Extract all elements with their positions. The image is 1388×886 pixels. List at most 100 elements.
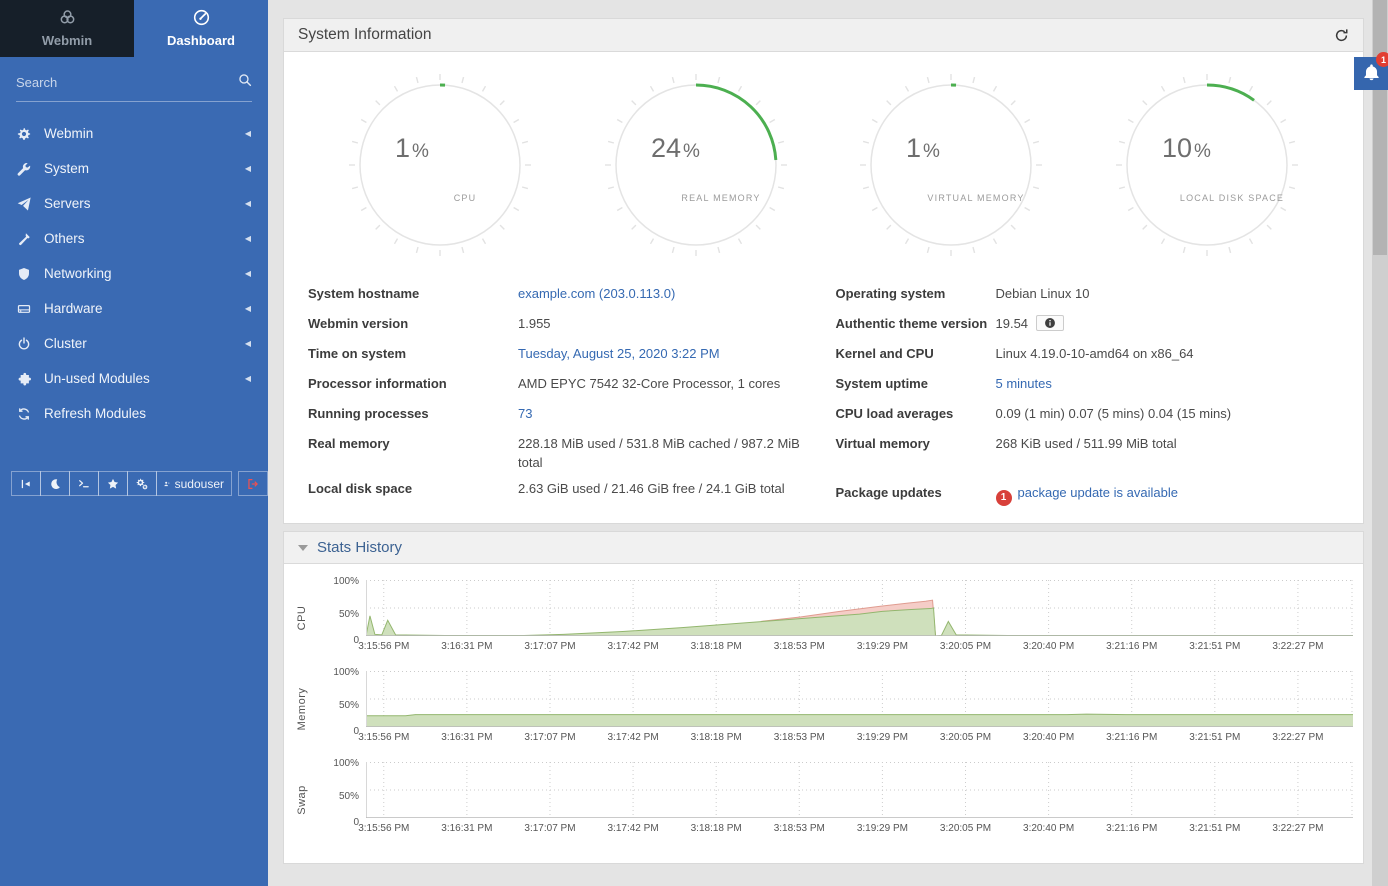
scrollbar-thumb[interactable] [1373,0,1387,255]
updates-count-badge: 1 [996,490,1012,506]
user-account-button[interactable]: sudouser [156,471,232,496]
sidebar-item-networking[interactable]: Networking◀ [0,256,268,291]
refresh-cw-icon [17,407,31,421]
search-row [16,73,252,102]
caret-left-icon: ◀ [245,129,251,138]
tab-webmin[interactable]: Webmin [0,0,134,57]
info-row: Processor informationAMD EPYC 7542 32-Co… [308,368,816,398]
x-tick-label: 3:22:27 PM [1272,823,1323,834]
system-info-table: System hostnameexample.com (203.0.113.0)… [284,262,1363,523]
gauge: 1%VIRTUAL MEMORY [824,70,1080,260]
x-axis: 3:15:56 PM3:16:31 PM3:17:07 PM3:17:42 PM… [366,727,1353,746]
chart-ylabel: Swap [296,785,308,815]
info-value: 19.54 [996,315,1029,334]
x-tick-label: 3:15:56 PM [358,732,409,743]
x-tick-label: 3:19:29 PM [857,732,908,743]
x-tick-label: 3:18:53 PM [774,823,825,834]
caret-left-icon: ◀ [245,374,251,383]
collapse-caret-icon[interactable] [298,545,308,551]
gears-icon [136,478,148,490]
logout-button[interactable] [238,471,268,496]
search-input[interactable] [16,75,238,90]
refresh-button[interactable] [1334,28,1349,43]
info-value: 1.955 [518,315,551,334]
refresh-icon [1334,28,1349,43]
info-value[interactable]: 73 [518,405,532,424]
favorites-button[interactable] [98,471,128,496]
collapse-sidebar-button[interactable] [11,471,41,496]
stats-charts: CPU100%50%03:15:56 PM3:16:31 PM3:17:07 P… [284,580,1363,837]
scrollbar[interactable] [1372,0,1388,886]
sidebar: Webmin Dashboard Webmin ◀ System◀Servers◀O… [0,0,268,886]
notifications-bell-button[interactable]: 1 [1354,57,1388,90]
gauge-real-memory: 24%REAL MEMORY [601,70,791,260]
terminal-button[interactable] [69,471,99,496]
info-row: Virtual memory268 KiB used / 511.99 MiB … [836,428,1344,458]
x-tick-label: 3:18:18 PM [691,641,742,652]
gauge: 10%LOCAL DISK SPACE [1079,70,1335,260]
x-tick-label: 3:21:51 PM [1189,823,1240,834]
search-icon [238,73,252,87]
info-row: Authentic theme version19.54 [836,308,1344,338]
info-value: 228.18 MiB used / 531.8 MiB cached / 987… [518,435,816,473]
night-mode-button[interactable] [40,471,70,496]
sidebar-item-label: Hardware [44,301,103,316]
x-tick-label: 3:18:53 PM [774,732,825,743]
chart-cpu: CPU100%50%03:15:56 PM3:16:31 PM3:17:07 P… [290,580,1353,655]
sidebar-item-label: Webmin [44,126,93,141]
info-value[interactable]: example.com (203.0.113.0) [518,285,675,304]
theme-settings-button[interactable] [127,471,157,496]
info-label: Time on system [308,345,518,364]
info-value: 2.63 GiB used / 21.46 GiB free / 24.1 Gi… [518,480,785,499]
theme-info-button[interactable] [1036,315,1064,331]
hard-drive-icon [17,302,31,316]
sidebar-item-cluster[interactable]: Cluster◀ [0,326,268,361]
stats-history-header: Stats History [284,532,1363,564]
info-label: System hostname [308,285,518,304]
x-tick-label: 3:20:05 PM [940,823,991,834]
info-row: Operating systemDebian Linux 10 [836,278,1344,308]
chart-ylabel: Memory [296,687,308,730]
sidebar-item-system[interactable]: System◀ [0,151,268,186]
sidebar-item-hardware[interactable]: Hardware ◀ [0,291,268,326]
sidebar-item-refresh-modules[interactable]: Refresh Modules [0,396,268,431]
info-row: Real memory228.18 MiB used / 531.8 MiB c… [308,428,816,473]
info-label: Running processes [308,405,518,424]
x-tick-label: 3:15:56 PM [358,641,409,652]
chart-swap: Swap100%50%03:15:56 PM3:16:31 PM3:17:07 … [290,762,1353,837]
caret-left-icon: ◀ [245,304,251,313]
x-tick-label: 3:22:27 PM [1272,641,1323,652]
info-label: System uptime [836,375,996,394]
info-label: Kernel and CPU [836,345,996,364]
moon-icon [49,478,61,490]
gauge-label: REAL MEMORY [681,193,760,203]
x-tick-label: 3:15:56 PM [358,823,409,834]
sidebar-item-webmin[interactable]: Webmin ◀ [0,116,268,151]
sidebar-item-servers[interactable]: Servers◀ [0,186,268,221]
info-value[interactable]: Tuesday, August 25, 2020 3:22 PM [518,345,720,364]
info-value: 0.09 (1 min) 0.07 (5 mins) 0.04 (15 mins… [996,405,1232,424]
dashboard-gauge-icon [193,9,210,26]
system-information-panel: System Information 1%CPU24%REAL MEMORY1%… [283,18,1364,524]
bell-icon [1363,64,1380,84]
info-label: Processor information [308,375,518,394]
x-tick-label: 3:21:51 PM [1189,641,1240,652]
x-tick-label: 3:19:29 PM [857,641,908,652]
gauge-virtual-memory: 1%VIRTUAL MEMORY [856,70,1046,260]
search-icon[interactable] [238,73,252,92]
info-value[interactable]: 1package update is available [996,484,1178,506]
caret-left-icon: ◀ [245,199,251,208]
tab-dashboard[interactable]: Dashboard [134,0,268,57]
sidebar-item-others[interactable]: Others◀ [0,221,268,256]
info-row: Webmin version1.955 [308,308,816,338]
info-row: System uptime5 minutes [836,368,1344,398]
terminal-icon [78,478,90,490]
x-axis: 3:15:56 PM3:16:31 PM3:17:07 PM3:17:42 PM… [366,818,1353,837]
info-value: Linux 4.19.0-10-amd64 on x86_64 [996,345,1194,364]
star-icon [107,478,119,490]
info-label: Package updates [836,484,996,503]
info-value[interactable]: 5 minutes [996,375,1052,394]
gauge-label: LOCAL DISK SPACE [1180,193,1284,203]
user-plus-icon [164,478,170,490]
sidebar-item-un-used-modules[interactable]: Un-used Modules◀ [0,361,268,396]
